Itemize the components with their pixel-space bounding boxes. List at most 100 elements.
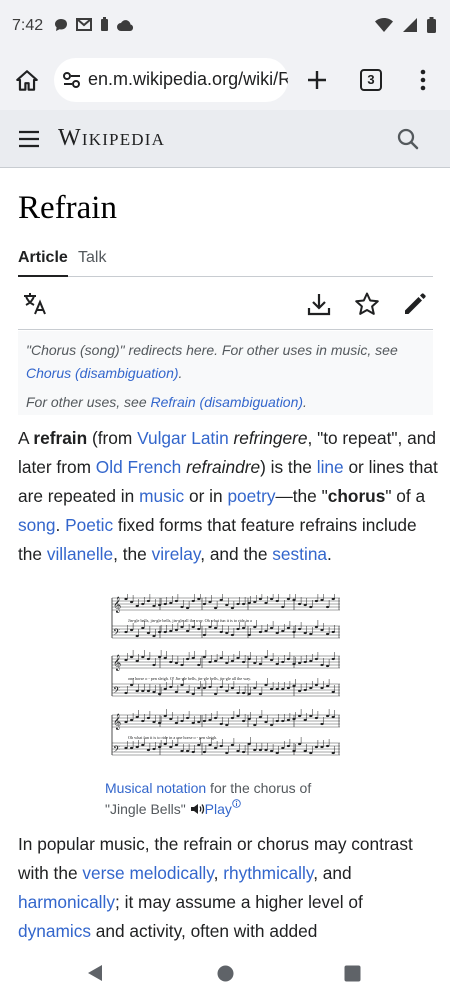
notification-icons [54, 17, 134, 32]
home-button[interactable] [14, 68, 40, 94]
treble-clef: 𝄞 [113, 714, 121, 730]
line-link[interactable]: line [317, 457, 344, 477]
note-head [214, 746, 218, 750]
melodically-link[interactable]: melodically [129, 863, 213, 883]
note-head [281, 746, 285, 750]
system-nav-bar [0, 948, 450, 1000]
note-head [331, 597, 335, 601]
recents-icon[interactable] [344, 965, 361, 982]
rhythmically-link[interactable]: rhythmically [223, 863, 313, 883]
mail-icon [76, 18, 92, 31]
search-button[interactable] [396, 127, 420, 151]
sheet-music-image[interactable]: Jin-gle bells, jin-gle bells, jin-gle al… [110, 592, 342, 764]
note-head [124, 597, 128, 601]
note-head [135, 689, 139, 693]
music-link[interactable]: music [139, 486, 184, 506]
note-head [146, 631, 150, 635]
note-head [242, 719, 246, 723]
note-head [146, 657, 150, 661]
treble-clef: 𝄞 [113, 597, 121, 613]
back-icon[interactable] [86, 964, 104, 982]
tab-article[interactable]: Article [18, 249, 68, 277]
page-title: Refrain [18, 190, 117, 226]
note-head [230, 659, 234, 663]
note-head [158, 655, 162, 659]
note-head [264, 748, 268, 752]
note-head [225, 689, 229, 693]
note-head [309, 605, 313, 609]
home-circle-icon[interactable] [217, 965, 234, 982]
note-head [236, 691, 240, 695]
hamburger-icon [19, 130, 39, 148]
old-french-link[interactable]: Old French [96, 457, 181, 477]
edit-button[interactable] [402, 291, 428, 317]
hatnote-line-1: "Chorus (song)" redirects here. For othe… [26, 339, 425, 385]
new-tab-button[interactable] [304, 67, 330, 93]
note-head [264, 629, 268, 633]
note-head [309, 686, 313, 690]
search-icon [397, 128, 419, 150]
poetry-link[interactable]: poetry [227, 486, 275, 506]
verse-link[interactable]: verse [82, 863, 124, 883]
note-head [309, 751, 313, 755]
wikipedia-wordmark[interactable]: Wikipedia [58, 125, 165, 152]
note-head [141, 602, 145, 606]
note-head [135, 715, 139, 719]
song-link[interactable]: song [18, 515, 55, 535]
note-head [186, 657, 190, 661]
tab-talk[interactable]: Talk [78, 249, 106, 277]
browser-menu-button[interactable] [416, 67, 430, 93]
note-head [253, 625, 257, 629]
note-head [303, 660, 307, 664]
note-head [202, 633, 206, 637]
note-head [230, 743, 234, 747]
language-button[interactable] [22, 291, 48, 317]
sheet-music-drawing: Jin-gle bells, jin-gle bells, jin-gle al… [111, 592, 340, 757]
note-head [298, 627, 302, 631]
virelay-link[interactable]: virelay [152, 544, 201, 564]
download-button[interactable] [306, 291, 332, 317]
note-head [253, 723, 257, 727]
tune-icon[interactable] [62, 71, 82, 89]
note-head [281, 629, 285, 633]
cloud-icon [117, 19, 134, 31]
villanelle-link[interactable]: villanelle [47, 544, 113, 564]
note-head [225, 661, 229, 665]
play-audio-button[interactable]: Play [190, 799, 241, 817]
edit-icon [405, 293, 426, 314]
sestina-link[interactable]: sestina [272, 544, 327, 564]
play-link[interactable]: Play [205, 801, 232, 817]
note-head [303, 603, 307, 607]
dynamics-link[interactable]: dynamics [18, 921, 91, 941]
note-head [320, 598, 324, 602]
note-head [286, 686, 290, 690]
note-head [230, 686, 234, 690]
vulgar-latin-link[interactable]: Vulgar Latin [137, 428, 229, 448]
note-head [275, 751, 279, 755]
note-head [331, 751, 335, 755]
note-head [292, 749, 296, 753]
note-head [303, 631, 307, 635]
note-head [258, 692, 262, 696]
watch-button[interactable] [354, 291, 380, 317]
note-head [130, 683, 134, 687]
note-head [236, 749, 240, 753]
musical-notation-link[interactable]: Musical notation [105, 780, 206, 796]
speaker-icon [190, 804, 204, 814]
tab-switcher-button[interactable]: 3 [360, 69, 382, 91]
note-head [202, 719, 206, 723]
chorus-disambiguation-link[interactable]: Chorus (disambiguation) [26, 365, 179, 381]
note-head [281, 605, 285, 609]
bass-clef: 𝄢 [113, 627, 120, 640]
poetic-link[interactable]: Poetic [65, 515, 113, 535]
refrain-disambiguation-link[interactable]: Refrain (disambiguation) [151, 394, 304, 410]
note-head [275, 662, 279, 666]
note-head [124, 658, 128, 662]
address-bar[interactable]: en.m.wikipedia.org/wiki/Refrain [54, 58, 288, 102]
harmonically-link[interactable]: harmonically [18, 892, 115, 912]
note-head [180, 605, 184, 609]
note-head [214, 659, 218, 663]
note-head [230, 716, 234, 720]
info-icon[interactable] [232, 799, 241, 808]
main-menu-button[interactable] [18, 130, 40, 148]
